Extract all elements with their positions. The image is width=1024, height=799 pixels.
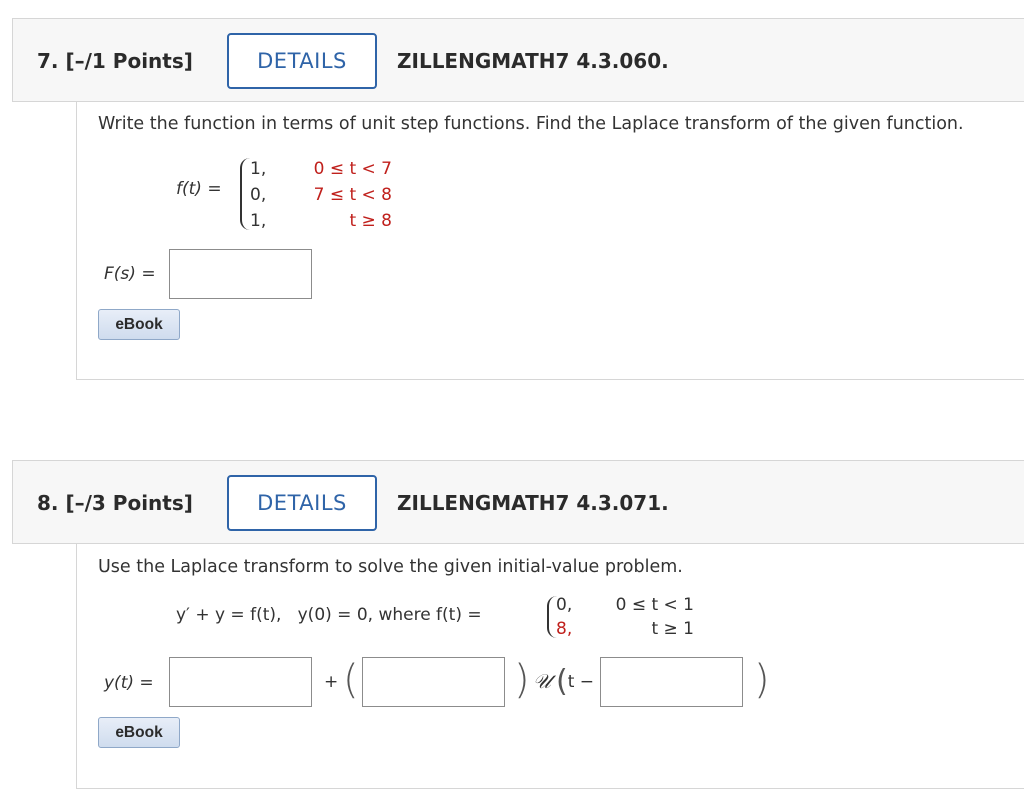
q8-case-1-cond: 0 ≤ t < 1 — [615, 595, 694, 615]
q8-step-arg: (t − — [556, 664, 595, 699]
q8-equation: y′ + y = f(t), y(0) = 0, where f(t) = — [176, 605, 482, 625]
q7-case-1-value: 1, — [250, 159, 267, 179]
q8-answer-input-2[interactable] — [362, 657, 505, 707]
q8-case-2-cond: t ≥ 1 — [651, 619, 694, 639]
q7-case-conditions: 0 ≤ t < 7 7 ≤ t < 8 t ≥ 8 — [290, 156, 392, 234]
q7-case-3-cond: t ≥ 8 — [349, 211, 392, 231]
q7-code: ZILLENGMATH7 4.3.060. — [397, 49, 669, 73]
q8-case-1-value: 0, — [556, 595, 573, 615]
q8-case-values: 0, 8, — [556, 593, 572, 641]
q8-unit-step-symbol: 𝒰 — [533, 669, 551, 693]
q7-details-button[interactable]: DETAILS — [227, 33, 377, 89]
q7-case-3-value: 1, — [250, 211, 267, 231]
q8-answer-input-1[interactable] — [169, 657, 312, 707]
q8-answer-label: y(t) = — [104, 673, 154, 693]
q8-case-2-value: 8, — [556, 619, 573, 639]
q7-prompt: Write the function in terms of unit step… — [98, 114, 964, 134]
q8-code: ZILLENGMATH7 4.3.071. — [397, 491, 669, 515]
q7-case-2-value: 0, — [250, 185, 267, 205]
q8-number: 8. [–/3 Points] — [37, 491, 193, 515]
q8-header: 8. [–/3 Points] DETAILS ZILLENGMATH7 4.3… — [12, 460, 1024, 544]
q8-answer-input-3[interactable] — [600, 657, 743, 707]
q7-number: 7. [–/1 Points] — [37, 49, 193, 73]
q7-f-label: f(t) = — [176, 179, 222, 199]
q7-case-1-cond: 0 ≤ t < 7 — [313, 159, 392, 179]
q8-open-paren: ( — [343, 657, 359, 703]
q8-final-paren: ) — [754, 657, 770, 703]
q8-ode: y′ + y = f(t), — [176, 605, 282, 625]
q7-case-2-cond: 7 ≤ t < 8 — [313, 185, 392, 205]
q7-answer-label: F(s) = — [104, 264, 156, 284]
q7-body — [76, 102, 1024, 380]
q8-prompt: Use the Laplace transform to solve the g… — [98, 557, 683, 577]
q8-ic: y(0) = 0, where f(t) = — [297, 605, 482, 625]
q7-answer-input[interactable] — [169, 249, 312, 299]
q7-brace — [240, 158, 250, 230]
q8-ebook-button[interactable]: eBook — [98, 717, 180, 748]
q7-header: 7. [–/1 Points] DETAILS ZILLENGMATH7 4.3… — [12, 18, 1024, 102]
q8-case-conditions: 0 ≤ t < 1 t ≥ 1 — [596, 593, 694, 641]
q8-details-button[interactable]: DETAILS — [227, 475, 377, 531]
q8-plus-sign: + — [324, 672, 339, 692]
q7-case-values: 1, 0, 1, — [250, 156, 266, 234]
q7-ebook-button[interactable]: eBook — [98, 309, 180, 340]
q8-close-paren: ) — [514, 657, 530, 703]
